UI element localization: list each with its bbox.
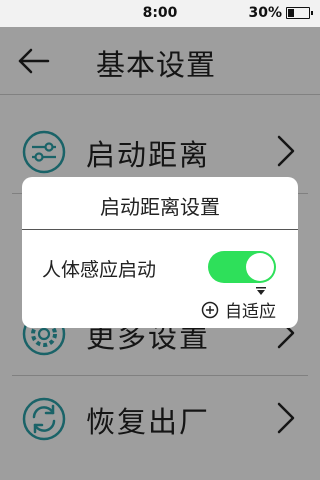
toggle-knob — [246, 253, 274, 281]
body-sensing-toggle[interactable] — [208, 251, 276, 283]
divider — [22, 229, 298, 230]
battery-percent: 30% — [248, 5, 282, 21]
plus-circle-icon — [201, 301, 219, 318]
body-sensing-label: 人体感应启动 — [42, 259, 157, 281]
status-bar: 8:00 30% — [0, 0, 320, 27]
battery-fill — [288, 9, 294, 17]
battery-icon — [286, 7, 313, 19]
start-distance-dialog: 启动距离设置 人体感应启动 自适应 — [22, 177, 298, 328]
battery-status: 30% — [248, 5, 313, 21]
screen: 8:00 30% 基本设置 启动距离 更多设置 恢复出厂 启动距离设置 人体感应… — [0, 0, 320, 480]
dialog-title: 启动距离设置 — [100, 195, 220, 219]
caret-down-icon — [256, 287, 266, 295]
adaptive-option[interactable]: 自适应 — [201, 297, 276, 322]
adaptive-label: 自适应 — [225, 302, 276, 322]
